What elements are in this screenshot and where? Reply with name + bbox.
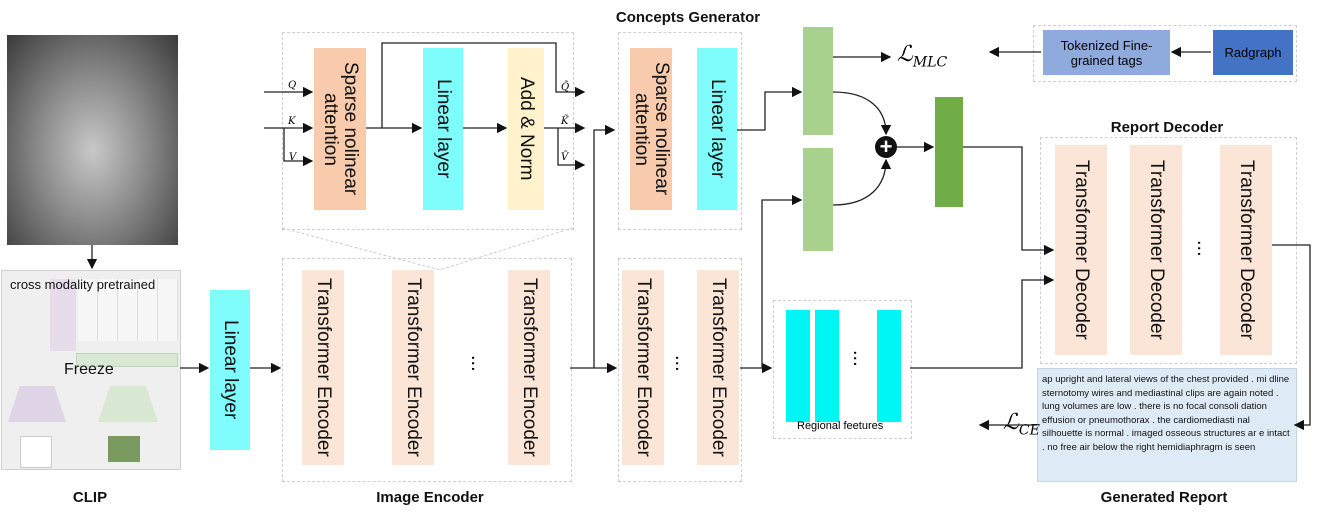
architecture-diagram: cross modality pretrained Freeze CLIP Li…: [0, 0, 1317, 518]
connection-arrows: [86, 42, 1311, 431]
